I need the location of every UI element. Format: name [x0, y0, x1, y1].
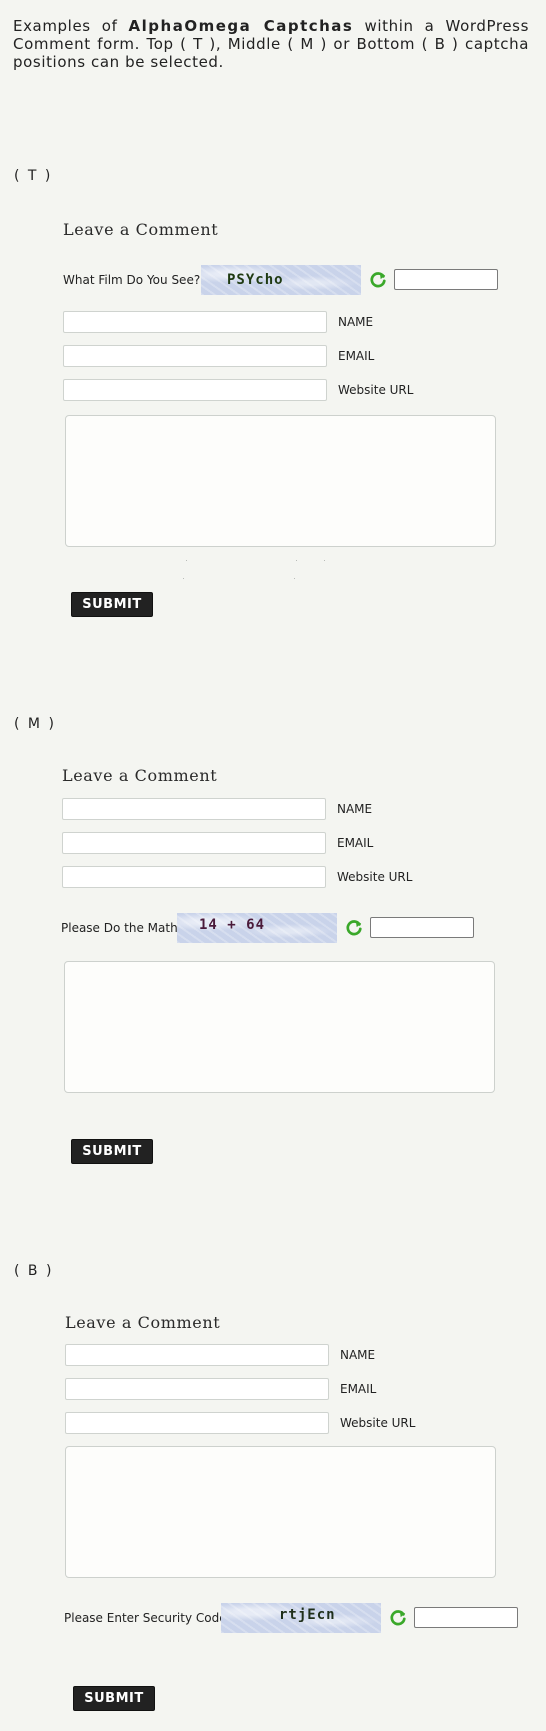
comment-textarea[interactable] [65, 1446, 496, 1578]
submit-button[interactable]: SUBMIT [73, 1686, 155, 1711]
email-label: EMAIL [340, 1382, 377, 1396]
name-input[interactable] [65, 1344, 329, 1366]
name-label: NAME [340, 1348, 376, 1362]
captcha-prompt: Please Enter Security Code [64, 1611, 227, 1625]
name-field-row: NAME [65, 1344, 485, 1368]
website-field-row: Website URL [65, 1412, 485, 1436]
section-bottom: ( B ) Leave a Comment NAME EMAIL Website… [0, 0, 546, 1731]
section-label: ( B ) [14, 1263, 54, 1279]
captcha-input[interactable] [414, 1607, 518, 1628]
website-input[interactable] [65, 1412, 329, 1434]
comment-form: Leave a Comment NAME EMAIL Website URL P… [64, 0, 525, 1731]
email-field-row: EMAIL [65, 1378, 485, 1402]
form-title: Leave a Comment [65, 1313, 221, 1332]
captcha-image: rtjEcn [221, 1603, 381, 1633]
website-label: Website URL [340, 1416, 416, 1430]
refresh-icon[interactable] [389, 1609, 407, 1627]
captcha-row: Please Enter Security Code rtjEcn [64, 1603, 524, 1633]
email-input[interactable] [65, 1378, 329, 1400]
captcha-text: rtjEcn [279, 1607, 336, 1623]
